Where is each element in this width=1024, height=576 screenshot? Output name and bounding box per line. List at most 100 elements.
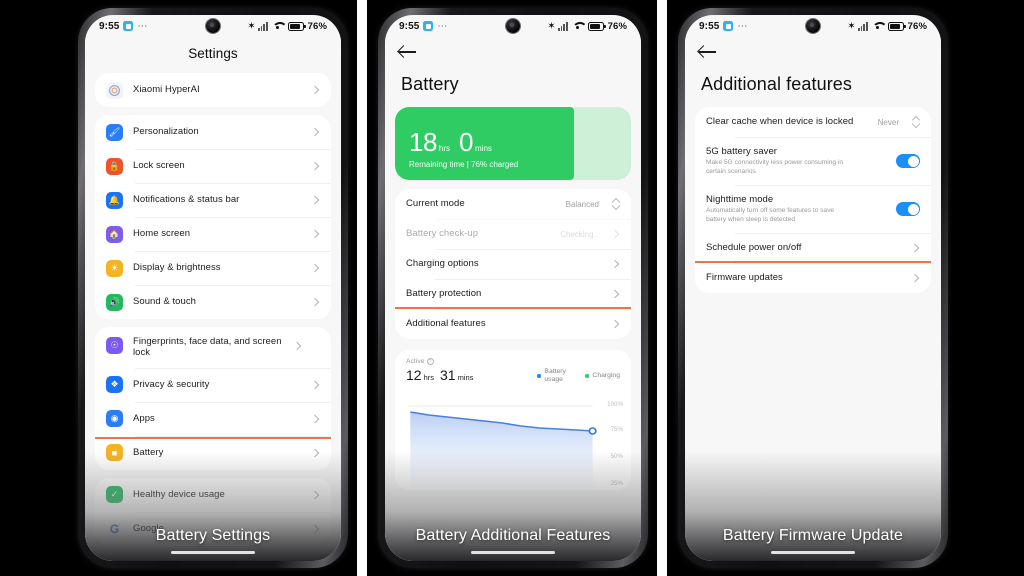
sun-icon: ☀	[106, 259, 123, 277]
list-item-label: Fingerprints, face data, and screen lock	[133, 335, 282, 359]
front-camera-punch-hole	[206, 19, 220, 33]
signal-icon	[258, 21, 268, 31]
toggle-5g-battery-saver[interactable]	[896, 154, 920, 169]
remaining-time: 18 hrs 0 mins	[409, 129, 518, 155]
panel-divider-2	[657, 0, 667, 576]
sidebar-item-fingerprints-face-lock[interactable]: ☉ Fingerprints, face data, and screen lo…	[95, 327, 331, 368]
list-item-label: Lock screen	[133, 160, 185, 172]
chevron-right-icon	[311, 230, 320, 239]
battery-icon	[587, 21, 606, 31]
list-item-clear-cache[interactable]: Clear cache when device is locked Never	[695, 107, 931, 137]
battery-content: Battery 18 hrs 0 mins Remaining time | 7…	[385, 37, 641, 561]
calendar-chip-icon	[723, 21, 734, 31]
battery-usage-card: Active ? 12 hrs 31 mins Battery usage Ch…	[395, 350, 631, 490]
list-item-5g-battery-saver[interactable]: 5G battery saver Make 5G connectivity le…	[695, 137, 931, 185]
back-row	[385, 37, 641, 64]
list-item-label: Battery	[133, 446, 164, 458]
sidebar-item-sound-touch[interactable]: 🔊 Sound & touch	[95, 285, 331, 319]
chart-svg	[408, 405, 597, 490]
list-item-schedule-power[interactable]: Schedule power on/off	[695, 233, 931, 263]
stepper-icon[interactable]	[612, 198, 620, 210]
sidebar-item-battery[interactable]: ■ Battery	[95, 435, 331, 470]
list-item-label: Clear cache when device is locked	[706, 116, 854, 128]
sidebar-item-xiaomi-hyperai[interactable]: Xiaomi HyperAI	[95, 73, 331, 107]
chevron-right-icon	[311, 298, 320, 307]
chevron-right-icon	[311, 264, 320, 273]
battery-percent: 76%	[307, 20, 327, 32]
settings-group-1: Xiaomi HyperAI	[95, 73, 331, 107]
list-item-nighttime-mode[interactable]: Nighttime mode Automatically turn off so…	[695, 185, 931, 233]
bell-icon: 🔔	[106, 191, 123, 209]
toggle-nighttime-mode[interactable]	[896, 202, 920, 217]
battery-options-card: Current mode Balanced Battery check-up C…	[395, 189, 631, 339]
page-title: Battery	[401, 74, 459, 94]
status-bar-left: 9:55 ⋯	[699, 21, 748, 32]
list-item-charging-options[interactable]: Charging options	[395, 249, 631, 279]
settings-group-3: ☉ Fingerprints, face data, and screen lo…	[95, 327, 331, 470]
back-row	[685, 37, 941, 64]
shield-icon: ❖	[106, 376, 123, 394]
list-item-value: Checking..	[560, 229, 598, 239]
home-indicator	[771, 551, 855, 554]
list-item-value: Balanced	[565, 199, 599, 209]
list-item-battery-checkup[interactable]: Battery check-up Checking..	[395, 219, 631, 249]
status-bar-left: 9:55 ⋯	[399, 21, 448, 32]
fingerprint-icon: ☉	[106, 336, 123, 354]
info-icon[interactable]: ?	[426, 358, 434, 365]
home-indicator	[171, 551, 255, 554]
list-item-label: Home screen	[133, 228, 191, 240]
legend-item-battery-usage: Battery usage	[537, 368, 575, 384]
usage-hours: 12	[406, 367, 422, 383]
list-item-label: Current mode	[406, 198, 465, 210]
list-item-label: Additional features	[406, 318, 486, 330]
chart-ytick-25: 25%	[610, 480, 623, 487]
list-item-value: Never	[877, 117, 899, 127]
status-bar-right: 76%	[847, 21, 927, 32]
wifi-icon	[272, 22, 284, 31]
bluetooth-icon	[547, 21, 554, 32]
stepper-icon[interactable]	[912, 116, 920, 128]
home-indicator	[471, 551, 555, 554]
chevron-right-icon	[611, 230, 620, 239]
battery-icon	[887, 21, 906, 31]
list-item-label: Charging options	[406, 258, 479, 270]
phone-screen-settings: 9:55 ⋯ 76% Settings	[85, 15, 341, 561]
list-item-firmware-updates[interactable]: Firmware updates	[695, 263, 931, 293]
list-item-label: Personalization	[133, 126, 199, 138]
list-item-battery-protection[interactable]: Battery protection	[395, 279, 631, 309]
list-item-label: Notifications & status bar	[133, 194, 240, 206]
back-arrow-icon[interactable]	[399, 45, 417, 59]
chevron-right-icon	[311, 196, 320, 205]
sidebar-item-display-brightness[interactable]: ☀ Display & brightness	[95, 251, 331, 285]
legend-label: Battery usage	[544, 368, 566, 383]
wifi-icon	[572, 22, 584, 31]
brush-icon: 🖌	[106, 123, 123, 141]
panel-caption: Battery Settings	[155, 527, 271, 544]
sidebar-item-home-screen[interactable]: 🏠 Home screen	[95, 217, 331, 251]
usage-minutes-unit: mins	[457, 373, 474, 382]
battery-remaining-card: 18 hrs 0 mins Remaining time | 76% charg…	[395, 107, 631, 180]
sidebar-item-apps[interactable]: ◉ Apps	[95, 401, 331, 436]
phone-panel-settings: 9:55 ⋯ 76% Settings	[78, 8, 348, 568]
screenshot-stage: 9:55 ⋯ 76% Settings	[0, 0, 1024, 576]
list-item-current-mode[interactable]: Current mode Balanced	[395, 189, 631, 219]
list-item-additional-features[interactable]: Additional features	[395, 309, 631, 339]
list-item-label: Sound & touch	[133, 296, 196, 308]
heart-shield-icon: ✓	[106, 486, 123, 504]
bluetooth-icon	[247, 21, 254, 32]
sidebar-item-healthy-device-usage[interactable]: ✓ Healthy device usage	[95, 478, 331, 512]
more-dots-icon: ⋯	[137, 20, 148, 32]
chart-ytick-50: 50%	[610, 453, 623, 460]
usage-active-block: Active ? 12 hrs 31 mins	[406, 358, 477, 383]
list-item-label: Battery check-up	[406, 228, 479, 240]
status-bar-right: 76%	[547, 21, 627, 32]
back-arrow-icon[interactable]	[699, 45, 717, 59]
list-item-text-block: 5G battery saver Make 5G connectivity le…	[706, 146, 886, 177]
sidebar-item-privacy-security[interactable]: ❖ Privacy & security	[95, 367, 331, 402]
sidebar-item-lock-screen[interactable]: 🔒 Lock screen	[95, 149, 331, 183]
status-bar-right: 76%	[247, 21, 327, 32]
sidebar-item-personalization[interactable]: 🖌 Personalization	[95, 115, 331, 149]
wifi-icon	[872, 22, 884, 31]
sidebar-item-notifications-status-bar[interactable]: 🔔 Notifications & status bar	[95, 183, 331, 217]
list-item-label: Privacy & security	[133, 378, 210, 390]
